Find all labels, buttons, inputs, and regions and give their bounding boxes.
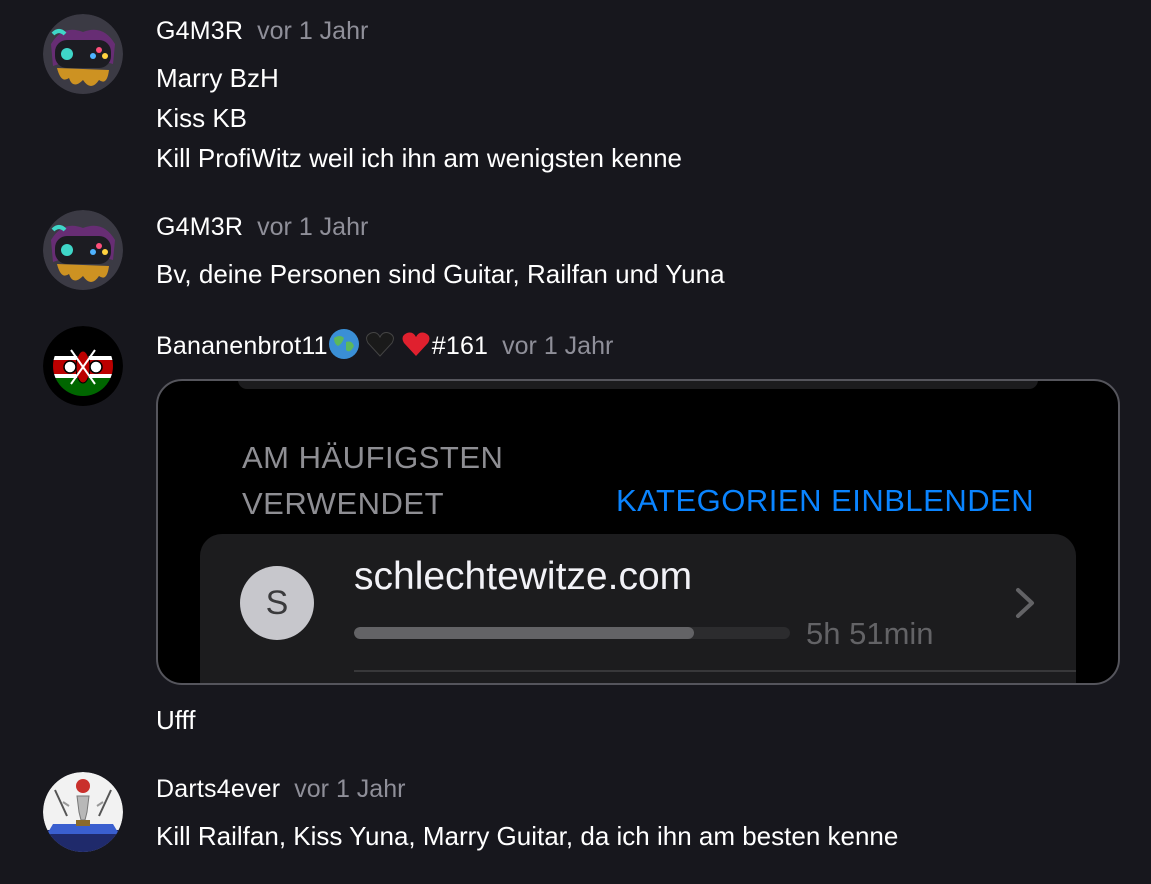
timestamp: vor 1 Jahr: [294, 775, 406, 803]
comment-text-line: Marry BzH: [156, 63, 279, 93]
comment-text-line: Kill ProfiWitz weil ich ihn am wenigsten…: [156, 143, 682, 173]
timestamp: vor 1 Jahr: [502, 332, 614, 360]
section-header-line: VERWENDET: [242, 486, 445, 521]
usage-bar-fill: [354, 627, 695, 639]
site-name[interactable]: schlechtewitze.com: [354, 552, 692, 602]
comment-text-line: Kiss KB: [156, 103, 248, 133]
section-header: AM HÄUFIGSTEN VERWENDET: [242, 435, 503, 527]
comment-text-line: Kill Railfan, Kiss Yuna, Marry Guitar, d…: [156, 821, 899, 851]
usage-time: 5h 51min: [806, 616, 934, 651]
user-avatar[interactable]: [43, 14, 123, 94]
usage-bar: [354, 627, 790, 639]
user-avatar[interactable]: [43, 772, 123, 852]
globe-emoji-icon: [328, 328, 360, 367]
usage-list: S schlechtewitze.com 5h 51min: [200, 534, 1076, 683]
user-avatar[interactable]: [43, 326, 123, 406]
username-tag[interactable]: #161: [432, 332, 488, 360]
row-divider: [354, 670, 1076, 672]
section-header-line: AM HÄUFIGSTEN: [242, 440, 504, 475]
username[interactable]: G4M3R: [156, 17, 243, 45]
timestamp: vor 1 Jahr: [257, 17, 369, 45]
comment-text-line: Bv, deine Personen sind Guitar, Railfan …: [156, 259, 725, 289]
red-heart-emoji-icon: [400, 328, 432, 367]
gamepad-avatar-icon: [43, 210, 123, 290]
chevron-right-icon[interactable]: [1012, 586, 1038, 620]
gamepad-avatar-icon: [43, 14, 123, 94]
attached-image[interactable]: AM HÄUFIGSTEN VERWENDET KATEGORIEN EINBL…: [156, 379, 1120, 685]
top-bar: [238, 381, 1038, 389]
black-heart-emoji-icon: [364, 328, 396, 367]
username[interactable]: Darts4ever: [156, 775, 280, 803]
site-initial-icon: S: [240, 566, 314, 640]
kenya-flag-avatar-icon: [43, 326, 123, 406]
darts-trophy-avatar-icon: [43, 772, 123, 852]
show-categories-link[interactable]: KATEGORIEN EINBLENDEN: [616, 481, 1034, 521]
username[interactable]: G4M3R: [156, 213, 243, 241]
comment-text-line: Ufff: [156, 705, 196, 735]
username[interactable]: Bananenbrot11: [156, 332, 328, 360]
user-avatar[interactable]: [43, 210, 123, 290]
timestamp: vor 1 Jahr: [257, 213, 369, 241]
